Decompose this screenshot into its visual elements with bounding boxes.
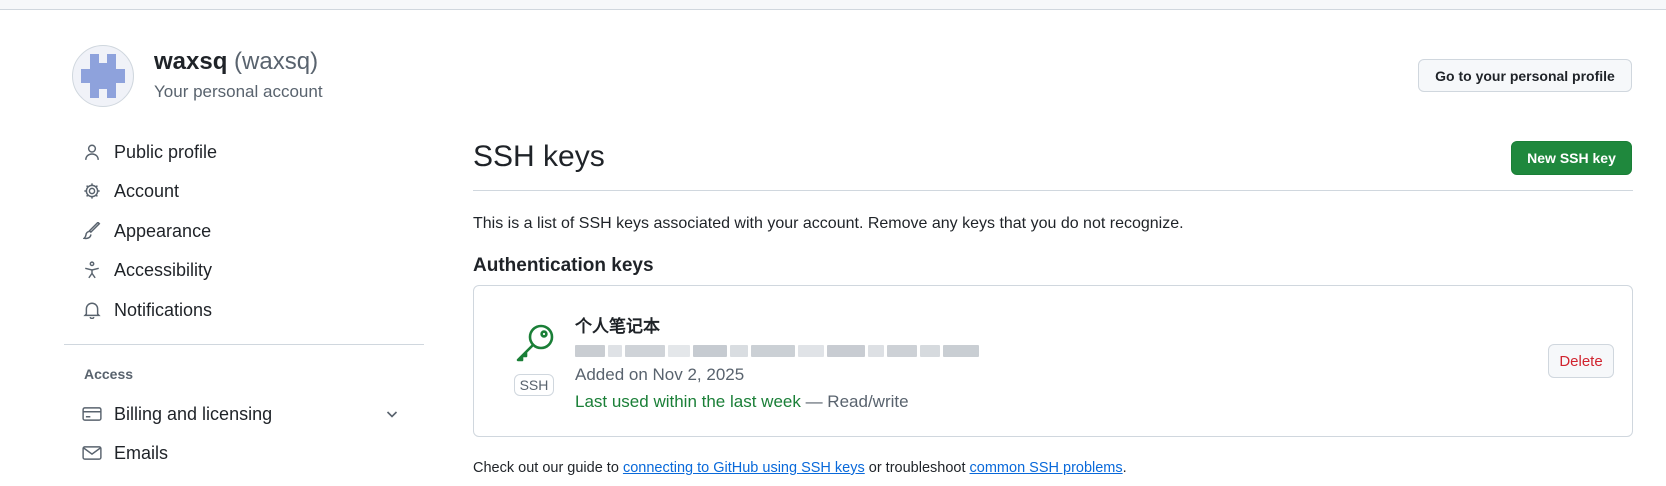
go-to-profile-button[interactable]: Go to your personal profile [1418,59,1632,92]
sidebar-item-label: Accessibility [114,259,213,280]
account-name: waxsq (waxsq) [154,48,318,76]
sidebar-item-label: Public profile [114,141,218,162]
sidebar-item-appearance[interactable]: Appearance [82,216,422,246]
sidebar-item-label: Appearance [114,220,212,241]
accessibility-icon [82,260,102,280]
sidebar-heading-access: Access [84,366,134,382]
top-border [0,0,1666,10]
sidebar-item-emails[interactable]: Emails [82,438,422,468]
footer-text: . [1122,460,1127,476]
help-footer: Check out our guide to connecting to Git… [473,460,1127,476]
display-name: waxsq [154,48,228,75]
sidebar-item-public-profile[interactable]: Public profile [82,137,422,167]
sidebar-item-billing[interactable]: Billing and licensing [82,399,422,429]
sidebar-item-account[interactable]: Account [82,176,422,206]
mail-icon [82,443,102,463]
credit-card-icon [82,404,102,424]
sidebar-item-accessibility[interactable]: Accessibility [82,255,422,285]
chevron-down-icon[interactable] [384,406,400,422]
ssh-badge: SSH [514,374,554,396]
key-icon [514,322,556,364]
key-added-date: Added on Nov 2, 2025 [575,365,745,384]
last-used-status: Last used within the last week [575,392,801,411]
sidebar-divider [64,344,424,345]
key-last-used: Last used within the last week — Read/wr… [575,392,909,412]
page-description: This is a list of SSH keys associated wi… [473,215,1184,232]
new-ssh-key-button[interactable]: New SSH key [1511,141,1632,175]
ssh-guide-link[interactable]: connecting to GitHub using SSH keys [623,460,865,476]
sidebar-item-label: Account [114,180,180,201]
sidebar-item-label: Notifications [114,299,213,320]
page-title: SSH keys [473,140,605,173]
login-name: (waxsq) [234,48,319,75]
title-divider [473,190,1633,191]
sidebar-item-notifications[interactable]: Notifications [82,295,422,325]
sidebar-item-label: Billing and licensing [114,403,273,424]
gear-icon [82,181,102,201]
avatar[interactable] [72,45,134,107]
person-icon [82,142,102,162]
paintbrush-icon [82,221,102,241]
key-title: 个人笔记本 [575,317,660,337]
footer-text: or troubleshoot [864,460,970,476]
delete-key-button[interactable]: Delete [1548,344,1614,378]
ssh-key-card: SSH 个人笔记本 Added on Nov 2, 2025 Last used… [473,285,1633,437]
account-subtitle: Your personal account [154,82,323,101]
key-fingerprint-redacted [575,342,995,358]
footer-text: Check out our guide to [473,460,623,476]
sidebar-item-label: Emails [114,442,169,463]
ssh-troubleshoot-link[interactable]: common SSH problems [970,460,1123,476]
section-heading: Authentication keys [473,255,654,276]
key-access-level: — Read/write [800,392,909,411]
bell-icon [82,300,102,320]
